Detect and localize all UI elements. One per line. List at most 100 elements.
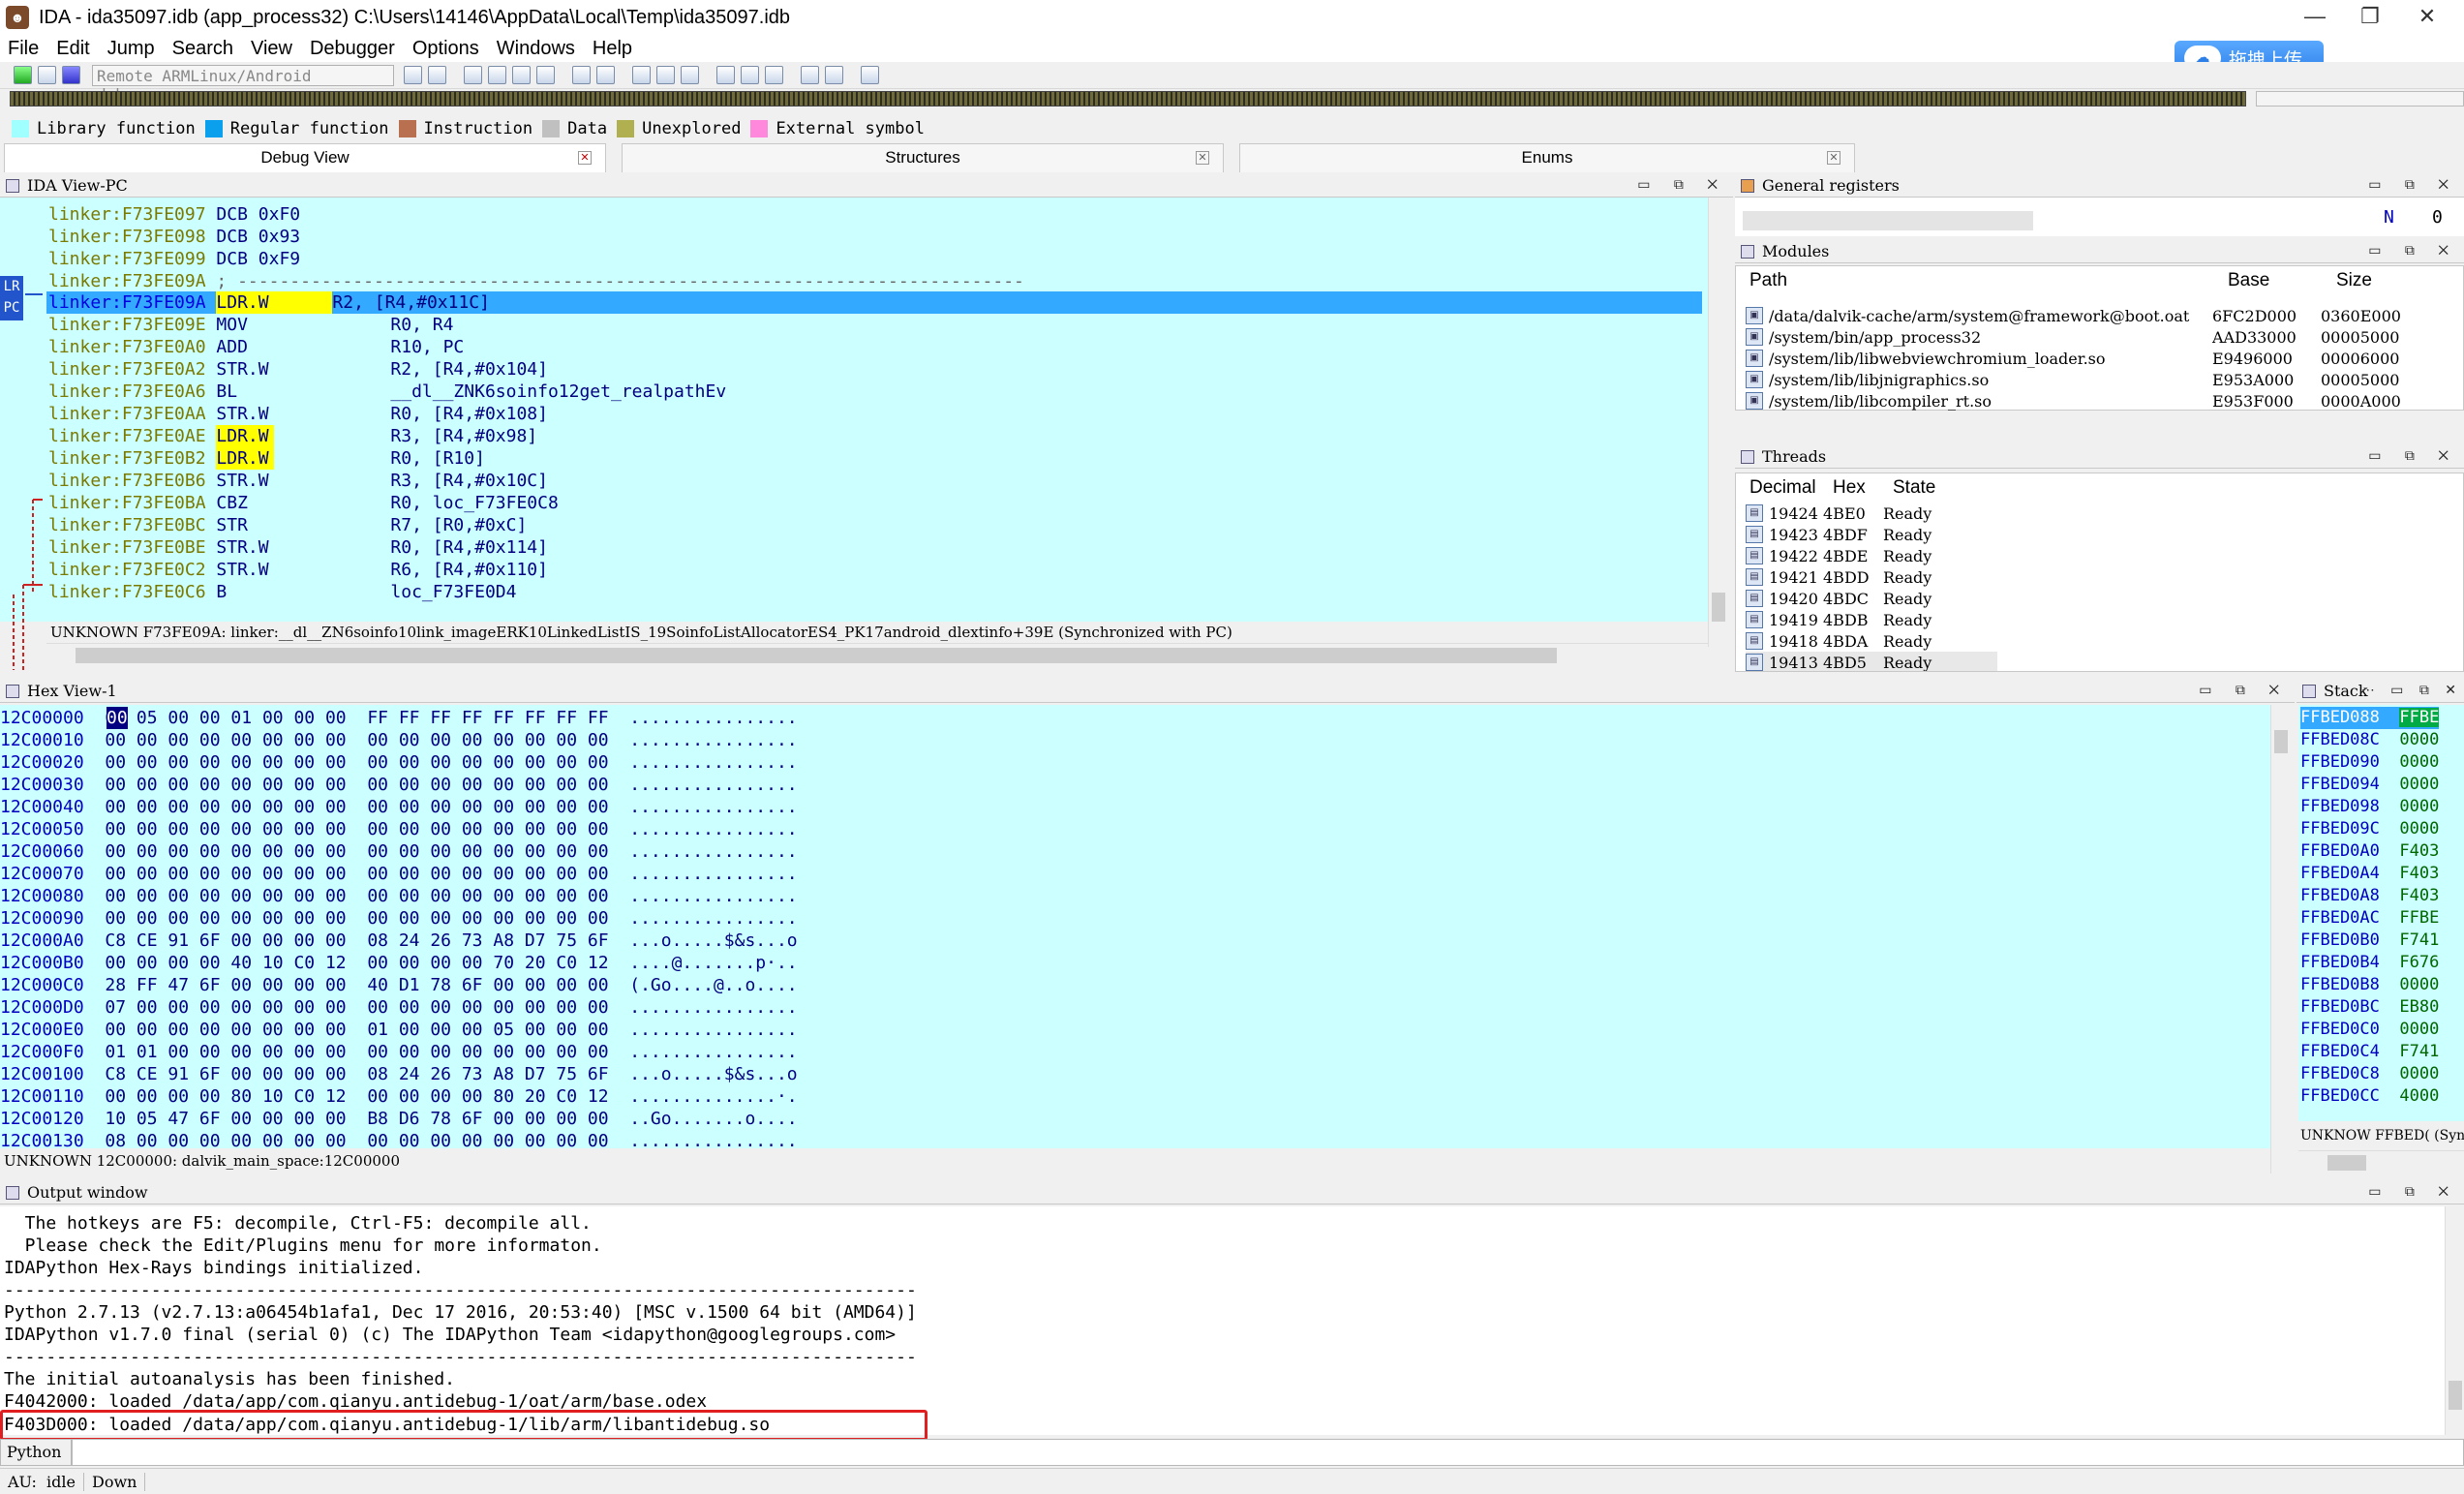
disasm-line[interactable]: linker:F73FE0C6 Bloc_F73FE0D4 [48,581,516,603]
hex-row[interactable]: 12C000C0 28 FF 47 6F 00 00 00 00 40 D1 7… [0,974,798,996]
navigation-band[interactable] [10,91,2246,107]
disasm-line[interactable]: linker:F73FE0BC STR R7, [R0,#0xC] [48,514,527,536]
stack-row[interactable]: FFBED0A0 F403 [2300,840,2439,863]
navigation-band-scroll[interactable] [2256,91,2464,107]
modules-icon[interactable] [572,66,591,84]
column-hex[interactable]: Hex [1833,477,1866,499]
scroll-thumb[interactable] [76,648,1557,663]
stack-horizontal-scrollbar[interactable] [2298,1150,2464,1174]
hex-row[interactable]: 12C00090 00 00 00 00 00 00 00 00 00 00 0… [0,907,798,930]
stack-row[interactable]: FFBED0AC FFBE [2300,907,2439,930]
stack-row[interactable]: FFBED0B4 F676 [2300,952,2439,974]
disasm-line[interactable]: linker:F73FE09A ; ----------------------… [48,270,1024,292]
hex-row[interactable]: 12C00030 00 00 00 00 00 00 00 00 00 00 0… [0,774,798,796]
panel-controls[interactable]: ▭ ⧉ ✕ [2368,177,2458,193]
xref-icon[interactable] [681,66,699,84]
hex-row[interactable]: 12C00010 00 00 00 00 00 00 00 00 00 00 0… [0,729,798,751]
panel-controls[interactable]: ▭ ⧉ ✕ [2199,683,2289,698]
hex-row[interactable]: 12C00130 08 00 00 00 00 00 00 00 00 00 0… [0,1130,798,1152]
panel-controls[interactable]: ▭ ⧉ ✕ [2368,448,2458,464]
scroll-thumb[interactable] [2274,730,2288,753]
stack-row[interactable]: FFBED0CC 4000 [2300,1085,2439,1108]
column-size[interactable]: Size [2336,270,2372,291]
thread-row[interactable]: ▤ 19422 4BDE Ready [1746,545,1932,566]
thread-row[interactable]: ▤ 19424 4BE0 Ready [1746,503,1932,524]
trace-icon[interactable] [512,66,531,84]
tab-enums[interactable]: Enums ✕ [1239,143,1855,172]
hex-row[interactable]: 12C000E0 00 00 00 00 00 00 00 00 01 00 0… [0,1019,798,1041]
menu-options[interactable]: Options [412,38,479,60]
thread-row[interactable]: ▤ 19419 4BDB Ready [1746,609,1932,630]
menu-search[interactable]: Search [172,38,233,60]
hex-row[interactable]: 12C000F0 01 01 00 00 00 00 00 00 00 00 0… [0,1041,798,1063]
hex-row[interactable]: 12C00060 00 00 00 00 00 00 00 00 00 00 0… [0,840,798,863]
connect-icon[interactable] [741,66,759,84]
column-base[interactable]: Base [2228,270,2269,291]
threads-icon[interactable] [596,66,615,84]
hex-row[interactable]: 12C00120 10 05 47 6F 00 00 00 00 B8 D6 7… [0,1108,798,1130]
disasm-line[interactable]: linker:F73FE099 DCB 0xF9 [48,248,300,270]
menu-windows[interactable]: Windows [497,38,575,60]
hex-row[interactable]: 12C00050 00 00 00 00 00 00 00 00 00 00 0… [0,818,798,840]
panel-controls[interactable]: ⋯ ▭ ⧉ ✕ [2361,683,2462,698]
stack-row[interactable]: FFBED0A8 F403 [2300,885,2439,907]
disasm-line[interactable]: linker:F73FE0B6 STR.W R3, [R4,#0x10C] [48,470,548,492]
stack-row[interactable]: FFBED0B0 F741 [2300,930,2439,952]
hex-row[interactable]: 12C000B0 00 00 00 00 40 10 C0 12 00 00 0… [0,952,798,974]
disasm-line[interactable]: linker:F73FE0AE LDR.W R3, [R4,#0x98] [48,425,537,447]
hex-row[interactable]: 12C00020 00 00 00 00 00 00 00 00 00 00 0… [0,751,798,774]
output-vertical-scrollbar[interactable] [2445,1206,2464,1435]
disasm-line[interactable]: linker:F73FE0A0 ADD R10, PC [48,336,464,358]
module-row[interactable]: ▣ /data/dalvik-cache/arm/system@framework… [1746,305,2401,326]
breakpoint-icon[interactable] [536,66,555,84]
scroll-thumb[interactable] [2327,1155,2366,1171]
scroll-thumb[interactable] [1712,593,1725,622]
disconnect-icon[interactable] [765,66,783,84]
menu-jump[interactable]: Jump [107,38,155,60]
stack-row[interactable]: FFBED0BC EB80 [2300,996,2439,1019]
disasm-line[interactable]: linker:F73FE0A2 STR.W R2, [R4,#0x104] [48,358,548,381]
stack-row[interactable]: FFBED09C 0000 [2300,818,2439,840]
column-state[interactable]: State [1893,477,1935,499]
sort-icon[interactable] [825,66,843,84]
modules-table[interactable]: Path Base Size ▣ /data/dalvik-cache/arm/s… [1735,265,2464,411]
graph-icon[interactable] [632,66,651,84]
hex-row[interactable]: 12C00040 00 00 00 00 00 00 00 00 00 00 0… [0,796,798,818]
module-row[interactable]: ▣ /system/lib/libjnigraphics.so E953A000 00… [1746,369,2399,390]
hex-row[interactable]: 12C00110 00 00 00 00 80 10 C0 12 00 00 0… [0,1085,798,1108]
column-decimal[interactable]: Decimal [1749,477,1816,499]
stop-process-icon[interactable] [62,66,80,84]
disasm-line-current[interactable]: linker:F73FE09A LDR.W R2, [R4,#0x11C] [48,291,490,314]
list-icon[interactable] [861,66,879,84]
stack-row[interactable]: FFBED08C 0000 [2300,729,2439,751]
hex-row[interactable]: 12C000D0 07 00 00 00 00 00 00 00 00 00 0… [0,996,798,1019]
module-row[interactable]: ▣ /system/bin/app_process32 AAD33000 000050… [1746,326,2399,348]
thread-row[interactable]: ▤ 19418 4BDA Ready [1746,630,1932,652]
thread-row[interactable]: ▤ 19421 4BDD Ready [1746,566,1932,588]
ida-view-horizontal-scrollbar[interactable] [46,643,1708,666]
menu-view[interactable]: View [251,38,292,60]
start-process-icon[interactable] [14,66,32,84]
stack-row[interactable]: FFBED0A4 F403 [2300,863,2439,885]
debugger-select[interactable]: Remote ARMLinux/Android debugger [92,64,394,104]
disasm-line[interactable]: linker:F73FE098 DCB 0x93 [48,226,300,248]
close-tab-icon[interactable]: ✕ [1827,151,1840,165]
disasm-line[interactable]: linker:F73FE09E MOV R0, R4 [48,314,453,336]
pause-process-icon[interactable] [38,66,56,84]
network-icon[interactable] [716,66,735,84]
hex-row[interactable]: 12C00080 00 00 00 00 00 00 00 00 00 00 0… [0,885,798,907]
stack-row[interactable]: FFBED094 0000 [2300,774,2439,796]
disasm-line[interactable]: linker:F73FE0B2 LDR.W R0, [R10] [48,447,485,470]
stack-row[interactable]: FFBED0B8 0000 [2300,974,2439,996]
menu-file[interactable]: File [8,38,39,60]
scroll-thumb[interactable] [2449,1381,2462,1410]
threads-table[interactable]: Decimal Hex State ▤ 19424 4BE0 Ready ▤ 19423… [1735,473,2464,672]
thread-row[interactable]: ▤ 19423 4BDF Ready [1746,524,1932,545]
disasm-line[interactable]: linker:F73FE0BA CBZ R0, loc_F73FE0C8 [48,492,559,514]
thread-row[interactable]: ▤ 19420 4BDC Ready [1746,588,1932,609]
close-button[interactable]: ✕ [2390,0,2464,35]
registers-pane[interactable]: N 0 [1735,198,2464,236]
python-input-tab[interactable]: Python [0,1439,72,1466]
registers-scrollbar[interactable] [1743,211,2033,230]
ida-view-vertical-scrollbar[interactable] [1708,198,1727,647]
